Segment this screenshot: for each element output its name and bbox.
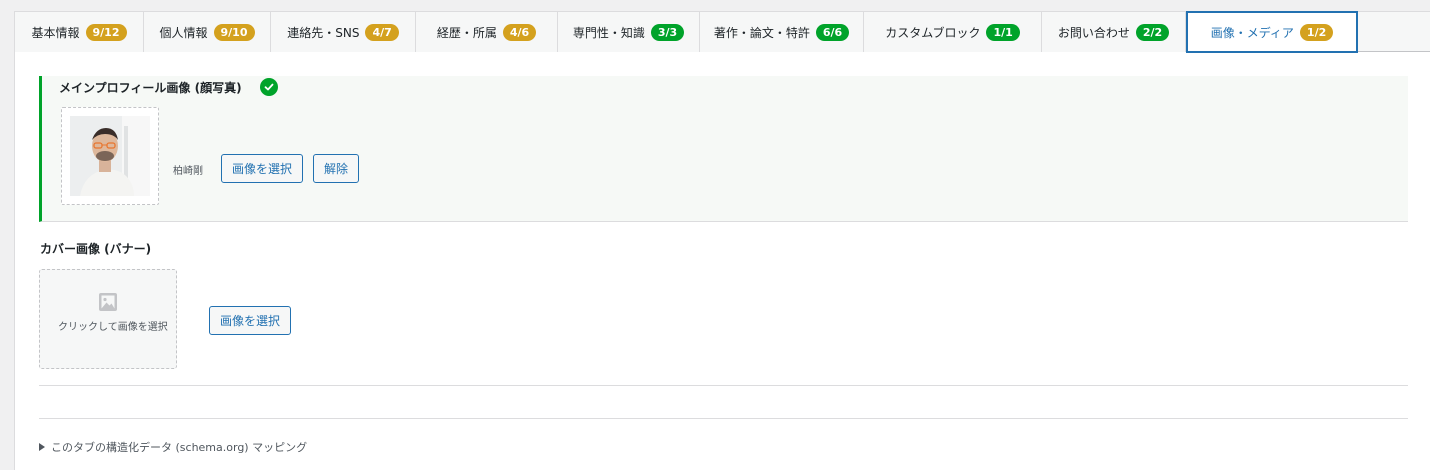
profile-image-thumbnail[interactable] xyxy=(61,107,159,205)
schema-mapping-label: このタブの構造化データ (schema.org) マッピング xyxy=(51,441,308,454)
profile-photo xyxy=(70,116,150,196)
disclosure-triangle-icon xyxy=(39,443,45,451)
tab-inquiry[interactable]: お問い合わせ 2/2 xyxy=(1042,12,1186,52)
settings-panel: 基本情報 9/12 個人情報 9/10 連絡先・SNS 4/7 経歴・所属 4/… xyxy=(14,11,1430,470)
tab-basic-info[interactable]: 基本情報 9/12 xyxy=(15,12,144,52)
tab-image-media[interactable]: 画像・メディア 1/2 xyxy=(1186,11,1358,53)
tab-badge: 4/7 xyxy=(365,23,399,41)
image-placeholder-icon xyxy=(98,292,118,312)
tab-badge: 6/6 xyxy=(815,23,850,41)
profile-image-name: 柏崎剛 xyxy=(173,166,203,177)
tab-label: 経歴・所属 xyxy=(436,25,497,40)
main-image-title: メインプロフィール画像 (顔写真) xyxy=(59,81,242,95)
tab-label: カスタムブロック xyxy=(885,25,981,40)
tab-label: お問い合わせ xyxy=(1057,25,1130,40)
check-circle-icon xyxy=(260,78,278,96)
tab-contact-sns[interactable]: 連絡先・SNS 4/7 xyxy=(271,12,416,52)
section-divider xyxy=(39,418,1408,419)
tab-custom-block[interactable]: カスタムブロック 1/1 xyxy=(864,12,1042,52)
tab-badge: 1/2 xyxy=(1299,23,1334,41)
tab-publications[interactable]: 著作・論文・特許 6/6 xyxy=(700,12,864,52)
tab-label: 連絡先・SNS xyxy=(287,25,360,40)
tab-badge: 4/6 xyxy=(502,23,537,41)
tab-badge: 2/2 xyxy=(1135,23,1170,41)
tab-label: 著作・論文・特許 xyxy=(713,25,810,40)
tab-career[interactable]: 経歴・所属 4/6 xyxy=(416,12,558,52)
cover-image-title: カバー画像 (バナー) xyxy=(40,242,152,256)
schema-mapping-toggle[interactable]: このタブの構造化データ (schema.org) マッピング xyxy=(39,439,307,455)
select-cover-image-button[interactable]: 画像を選択 xyxy=(209,306,292,335)
main-profile-image-section: メインプロフィール画像 (顔写真) 柏崎剛 画像を選択 解除 xyxy=(39,76,1408,222)
placeholder-text: クリックして画像を選択 xyxy=(58,322,168,333)
tab-badge: 1/1 xyxy=(986,23,1020,41)
tab-label: 個人情報 xyxy=(159,25,208,40)
cover-image-placeholder[interactable]: クリックして画像を選択 xyxy=(39,269,177,369)
tab-personal-info[interactable]: 個人情報 9/10 xyxy=(144,12,271,52)
tab-label: 基本情報 xyxy=(31,25,80,40)
tab-label: 画像・メディア xyxy=(1210,25,1294,40)
tab-badge: 3/3 xyxy=(650,23,685,41)
tab-label: 専門性・知識 xyxy=(572,25,645,40)
cover-image-section: カバー画像 (バナー) クリックして画像を選択 画像を選択 xyxy=(39,222,1408,386)
remove-profile-image-button[interactable]: 解除 xyxy=(313,154,360,183)
tab-expertise[interactable]: 専門性・知識 3/3 xyxy=(558,12,700,52)
tab-bar: 基本情報 9/12 個人情報 9/10 連絡先・SNS 4/7 経歴・所属 4/… xyxy=(15,11,1430,53)
select-profile-image-button[interactable]: 画像を選択 xyxy=(221,154,304,183)
tab-badge: 9/12 xyxy=(85,23,127,41)
tab-badge: 9/10 xyxy=(213,23,255,41)
